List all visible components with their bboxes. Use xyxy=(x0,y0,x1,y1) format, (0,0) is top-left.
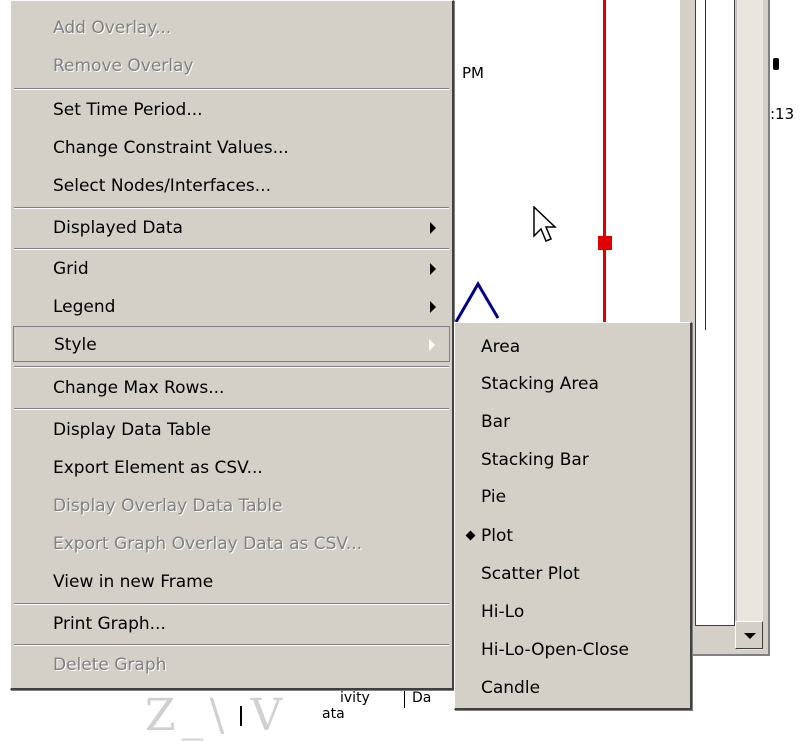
submenu-arrow-icon xyxy=(430,222,436,234)
style-option-pie[interactable]: Pie xyxy=(457,478,688,516)
menu-separator xyxy=(14,248,449,250)
style-submenu: Area Stacking Area Bar Stacking Bar Pie … xyxy=(454,322,692,710)
menu-item-legend[interactable]: Legend xyxy=(13,289,450,325)
time-label-2: :13 xyxy=(770,105,795,123)
time-label: PM xyxy=(462,64,484,82)
menu-item-view-in-new-frame[interactable]: View in new Frame xyxy=(13,564,450,600)
menu-item-style[interactable]: Style xyxy=(13,326,450,362)
tab-separator xyxy=(404,688,405,708)
style-option-plot[interactable]: Plot xyxy=(457,517,688,555)
time-cursor-line[interactable] xyxy=(603,0,606,325)
style-option-stacking-bar[interactable]: Stacking Bar xyxy=(457,441,688,479)
tab-data[interactable]: Da xyxy=(412,690,431,706)
menu-item-export-graph-overlay-csv[interactable]: Export Graph Overlay Data as CSV... xyxy=(13,526,450,562)
vertical-scrollbar[interactable] xyxy=(736,0,763,650)
menu-item-display-overlay-data-table[interactable]: Display Overlay Data Table xyxy=(13,488,450,524)
menu-item-export-element-csv[interactable]: Export Element as CSV... xyxy=(13,450,450,486)
divider xyxy=(705,0,706,330)
style-option-area[interactable]: Area xyxy=(457,328,688,366)
tab-data-label: ata xyxy=(322,706,345,722)
menu-item-set-time-period[interactable]: Set Time Period... xyxy=(13,92,450,128)
menu-item-grid[interactable]: Grid xyxy=(13,251,450,287)
submenu-arrow-icon xyxy=(430,301,436,313)
menu-separator xyxy=(14,603,449,605)
style-option-candle[interactable]: Candle xyxy=(457,669,688,707)
submenu-arrow-icon xyxy=(430,263,436,275)
menu-separator xyxy=(14,207,449,209)
style-option-hi-lo[interactable]: Hi-Lo xyxy=(457,593,688,631)
time-cursor-marker[interactable] xyxy=(598,236,612,250)
watermark-logo: Z_\ V xyxy=(145,690,289,741)
menu-item-display-data-table[interactable]: Display Data Table xyxy=(13,412,450,448)
style-option-hi-lo-open-close[interactable]: Hi-Lo-Open-Close xyxy=(457,631,688,669)
style-option-scatter-plot[interactable]: Scatter Plot xyxy=(457,555,688,593)
mouse-pointer-icon xyxy=(533,206,557,242)
menu-separator xyxy=(14,366,449,368)
menu-separator xyxy=(14,408,449,410)
style-option-bar[interactable]: Bar xyxy=(457,403,688,441)
graph-context-menu: Add Overlay... Remove Overlay Set Time P… xyxy=(10,0,454,690)
legend-marker xyxy=(773,58,779,70)
submenu-arrow-icon xyxy=(429,339,435,351)
menu-separator xyxy=(14,88,449,90)
menu-separator xyxy=(14,644,449,646)
menu-item-change-constraint-values[interactable]: Change Constraint Values... xyxy=(13,130,450,166)
menu-item-displayed-data[interactable]: Displayed Data xyxy=(13,210,450,246)
menu-item-remove-overlay[interactable]: Remove Overlay xyxy=(13,48,450,84)
divider xyxy=(240,706,242,726)
menu-item-add-overlay[interactable]: Add Overlay... xyxy=(13,10,450,46)
graph-frame-inner xyxy=(695,0,735,626)
chevron-down-icon xyxy=(744,633,756,639)
selected-bullet-icon xyxy=(465,530,476,541)
menu-item-print-graph[interactable]: Print Graph... xyxy=(13,606,450,642)
menu-item-change-max-rows[interactable]: Change Max Rows... xyxy=(13,370,450,406)
plot-line xyxy=(454,281,500,323)
menu-item-delete-graph[interactable]: Delete Graph xyxy=(13,647,450,683)
menu-item-select-nodes-interfaces[interactable]: Select Nodes/Interfaces... xyxy=(13,168,450,204)
style-option-stacking-area[interactable]: Stacking Area xyxy=(457,365,688,403)
scroll-down-button[interactable] xyxy=(735,621,763,649)
tab-activity[interactable]: ivity xyxy=(340,690,370,706)
